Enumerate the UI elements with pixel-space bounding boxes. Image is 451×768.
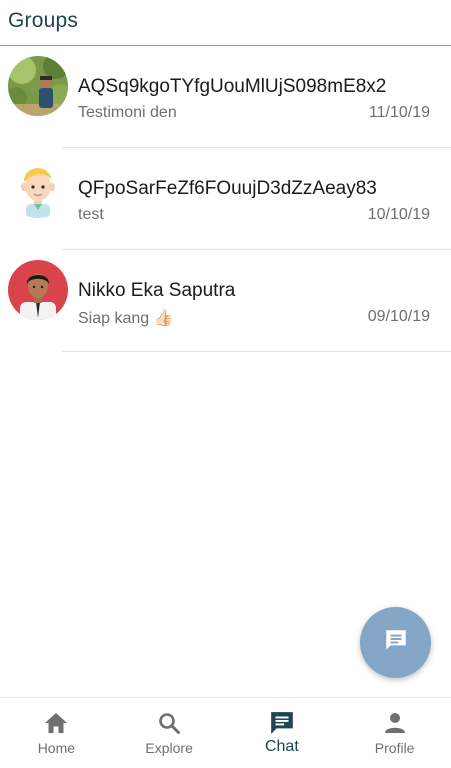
group-row[interactable]: Nikko Eka Saputra Siap kang 👍🏻 09/10/19 (0, 250, 451, 352)
nav-explore-label: Explore (145, 740, 193, 756)
avatar (8, 260, 68, 320)
chat-bubble-icon (383, 627, 409, 658)
last-message: test (78, 206, 104, 223)
nav-chat-label: Chat (264, 738, 299, 755)
group-name: Nikko Eka Saputra (78, 280, 236, 301)
message-date: 11/10/19 (368, 104, 430, 121)
page-title: Groups (8, 9, 79, 32)
nav-home-label: Home (37, 740, 76, 756)
nav-home[interactable]: Home (0, 698, 113, 768)
nav-explore[interactable]: Explore (113, 698, 226, 768)
message-date: 09/10/19 (367, 308, 430, 325)
nav-profile-label: Profile (374, 740, 415, 756)
search-icon (157, 711, 181, 735)
last-message: Siap kang 👍🏻 (78, 310, 174, 327)
nav-chat[interactable]: Chat (226, 698, 339, 768)
app-header: Groups (0, 0, 451, 46)
last-message: Testimoni den (78, 104, 177, 121)
group-row[interactable]: QFpoSarFeZf6FOuujD3dZzAeay83 test 10/10/… (0, 148, 451, 250)
group-name: AQSq9kgoTYfgUouMlUjS098mE8x2 (78, 76, 387, 97)
avatar (8, 158, 68, 218)
avatar (8, 56, 68, 116)
bottom-navigation: Home Explore Chat Profile (0, 697, 451, 768)
divider (62, 351, 451, 352)
new-chat-button[interactable] (360, 607, 431, 678)
group-name: QFpoSarFeZf6FOuujD3dZzAeay83 (78, 178, 377, 199)
person-icon (383, 711, 407, 735)
chat-icon (269, 711, 295, 735)
group-row[interactable]: AQSq9kgoTYfgUouMlUjS098mE8x2 Testimoni d… (0, 46, 451, 148)
home-icon (44, 711, 68, 735)
message-date: 10/10/19 (367, 206, 430, 223)
nav-profile[interactable]: Profile (338, 698, 451, 768)
group-list: AQSq9kgoTYfgUouMlUjS098mE8x2 Testimoni d… (0, 46, 451, 352)
